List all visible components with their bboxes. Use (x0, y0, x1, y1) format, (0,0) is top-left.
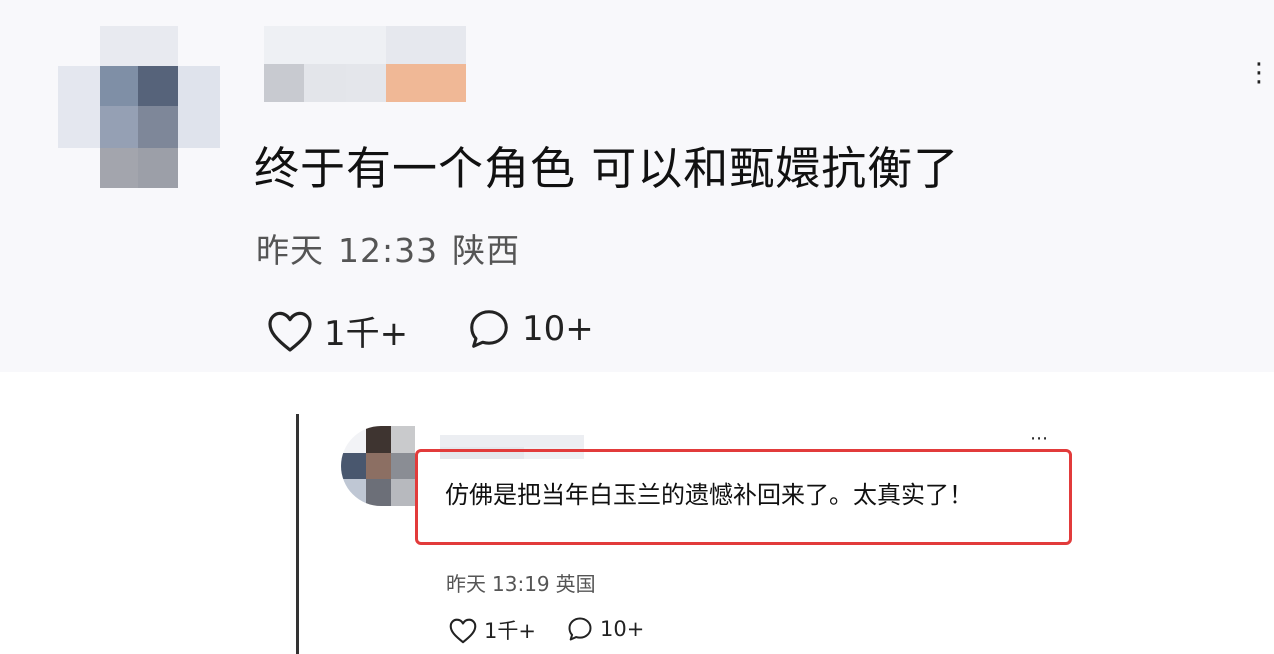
like-count: 1千+ (324, 314, 409, 354)
speech-bubble-icon (470, 310, 508, 348)
heart-outline-icon (449, 618, 477, 643)
comment-button[interactable]: 10+ (466, 306, 594, 352)
like-button[interactable]: 1千+ (266, 306, 408, 355)
comment-meta: 昨天 12:33 陕西 (256, 224, 534, 272)
comment-text: 终于有一个角色 可以和甄嬛抗衡了 (254, 142, 960, 195)
reply-text: 仿佛是把当年白玉兰的遗憾补回来了。太真实了！ (445, 481, 973, 509)
avatar[interactable] (58, 26, 220, 188)
reply-time: 13:19 (492, 572, 550, 596)
reply-meta: 昨天 13:19 英国 (446, 568, 602, 597)
thread-line (296, 414, 299, 654)
reply-more-options-icon[interactable]: ⋯ (1030, 430, 1049, 448)
reply-comment-count: 10+ (600, 617, 645, 641)
comment-location: 陕西 (452, 231, 521, 270)
reply-location: 英国 (555, 572, 596, 596)
reply-date: 昨天 (446, 572, 486, 596)
reply-avatar[interactable] (341, 426, 415, 506)
more-options-icon[interactable]: ⋮ (1246, 60, 1273, 86)
comment-date: 昨天 (256, 231, 324, 270)
reply-comment-button[interactable]: 10+ (566, 615, 644, 643)
comment-time: 12:33 (338, 231, 439, 270)
reply-like-count: 1千+ (484, 619, 536, 643)
reply-like-button[interactable]: 1千+ (448, 615, 536, 645)
speech-bubble-icon (568, 617, 592, 641)
comment-count: 10+ (522, 309, 594, 349)
heart-outline-icon (268, 311, 312, 352)
username-obscured (264, 26, 466, 102)
